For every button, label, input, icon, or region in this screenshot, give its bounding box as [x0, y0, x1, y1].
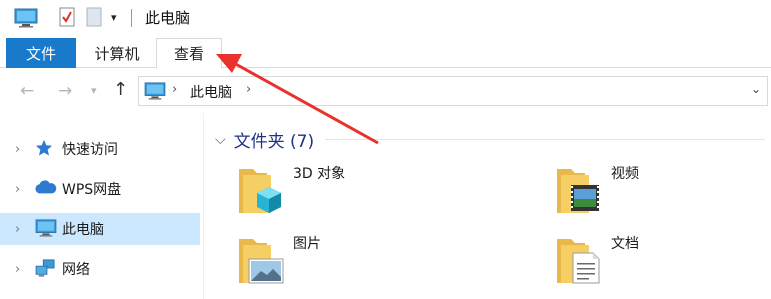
ribbon-tabs: 文件 计算机 查看 — [0, 36, 771, 69]
nav-item-label: 网络 — [62, 262, 90, 278]
navigation-pane: › 快速访问 › WPS网盘 › 此电脑 › 网络 — [0, 113, 204, 299]
computer-icon — [144, 82, 166, 104]
folder-documents[interactable]: 文档 — [555, 233, 771, 293]
expand-chevron-icon[interactable]: › — [15, 262, 20, 277]
tab-view[interactable]: 查看 — [156, 38, 222, 69]
forward-arrow-icon[interactable]: → — [58, 81, 72, 101]
breadcrumb-chevron-icon[interactable]: › — [172, 82, 177, 97]
nav-item-label: WPS网盘 — [62, 182, 122, 198]
group-divider — [325, 139, 765, 140]
folder-name: 文档 — [611, 236, 639, 252]
breadcrumb-chevron-icon[interactable]: › — [246, 82, 251, 97]
star-icon — [35, 139, 53, 161]
nav-item-network[interactable]: › 网络 — [0, 253, 200, 285]
tab-file[interactable]: 文件 — [6, 38, 76, 68]
collapse-chevron-icon[interactable]: ⌵ — [215, 132, 226, 148]
cloud-icon — [35, 179, 57, 199]
nav-item-label: 快速访问 — [62, 142, 118, 158]
properties-icon[interactable] — [59, 7, 75, 31]
recent-locations-chevron-icon[interactable]: ▾ — [91, 84, 97, 97]
tab-computer[interactable]: 计算机 — [82, 38, 152, 68]
folder-name: 3D 对象 — [293, 166, 346, 182]
nav-item-quick-access[interactable]: › 快速访问 — [0, 133, 200, 165]
expand-chevron-icon[interactable]: › — [15, 182, 20, 197]
3d-objects-folder-icon — [237, 163, 285, 219]
videos-folder-icon — [555, 163, 603, 219]
title-separator — [131, 9, 132, 27]
new-folder-icon[interactable] — [86, 7, 102, 31]
group-header-folders[interactable]: ⌵ 文件夹 (7) — [215, 127, 315, 153]
window-title: 此电脑 — [145, 9, 191, 27]
group-title: 文件夹 (7) — [233, 132, 315, 152]
address-row: ← → ▾ ↑ › 此电脑 › ⌄ — [0, 69, 771, 113]
folder-3d-objects[interactable]: 3D 对象 — [237, 163, 517, 223]
computer-icon — [14, 8, 38, 32]
address-bar[interactable]: › 此电脑 › ⌄ — [138, 76, 768, 106]
nav-item-label: 此电脑 — [62, 222, 104, 238]
customize-toolbar-chevron-icon[interactable]: ▾ — [111, 11, 117, 24]
breadcrumb-this-pc[interactable]: 此电脑 — [190, 82, 232, 102]
network-icon — [35, 259, 57, 281]
content-pane: ⌵ 文件夹 (7) 3D 对象 视频 图片 文档 — [205, 113, 771, 299]
address-dropdown-chevron-icon[interactable]: ⌄ — [751, 82, 761, 96]
computer-icon — [35, 219, 57, 241]
expand-chevron-icon[interactable]: › — [15, 222, 20, 237]
pictures-folder-icon — [237, 233, 285, 289]
folder-videos[interactable]: 视频 — [555, 163, 771, 223]
title-bar: ▾ 此电脑 — [0, 0, 771, 36]
expand-chevron-icon[interactable]: › — [15, 142, 20, 157]
folder-pictures[interactable]: 图片 — [237, 233, 517, 293]
nav-item-this-pc[interactable]: › 此电脑 — [0, 213, 200, 245]
folder-name: 视频 — [611, 166, 639, 182]
documents-folder-icon — [555, 233, 603, 289]
up-arrow-icon[interactable]: ↑ — [113, 79, 128, 100]
nav-item-wps-drive[interactable]: › WPS网盘 — [0, 173, 200, 205]
folder-name: 图片 — [293, 236, 321, 252]
back-arrow-icon[interactable]: ← — [20, 81, 34, 101]
